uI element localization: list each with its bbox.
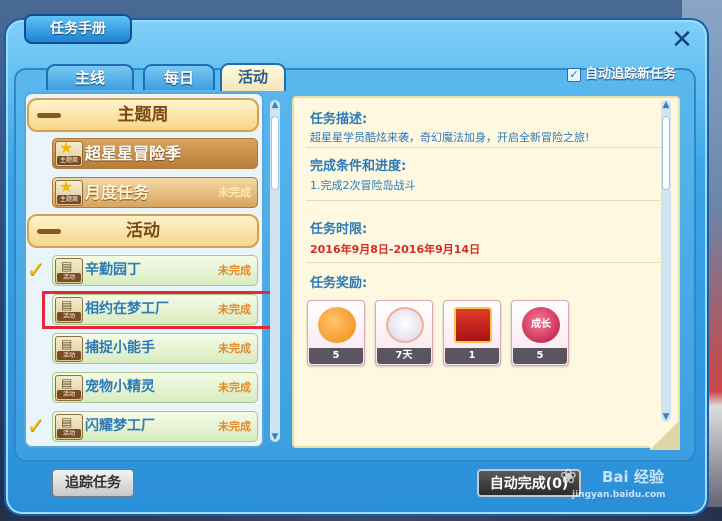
reward-count: 1 (445, 348, 499, 364)
description-text: 超星星学员酷炫来袭，奇幻魔法加身，开启全新冒险之旅! (310, 131, 590, 144)
status-badge: 未完成 (218, 420, 251, 433)
highlight-annotation-box (42, 291, 274, 329)
watermark-url: jingyan.baidu.com (572, 490, 666, 500)
list-item[interactable]: ▤ 活动 捕捉小能手 未完成 (52, 333, 258, 364)
list-item[interactable]: ▤ 活动 闪耀梦工厂 未完成 (52, 411, 258, 442)
reward-item[interactable]: 5 (307, 300, 365, 366)
status-badge: 未完成 (218, 264, 251, 277)
orange-fruit-icon (318, 307, 356, 343)
window-title: 任务手册 (24, 14, 132, 44)
group-header-label: 主题周 (117, 105, 169, 125)
reward-count: 5 (513, 348, 567, 364)
list-item[interactable]: ▤ 活动 宠物小精灵 未完成 (52, 372, 258, 403)
reward-count: 5 (309, 348, 363, 364)
check-icon: ✓ (27, 258, 46, 283)
star-icon: ★ 主题周 (55, 140, 83, 167)
task-name: 月度任务 (85, 183, 150, 202)
growth-apple-icon: 成长 (522, 307, 560, 343)
auto-track-checkbox[interactable]: ✓ 自动追踪新任务 (567, 66, 676, 84)
status-badge: 未完成 (218, 186, 251, 199)
list-item[interactable]: ★ 主题周 月度任务 未完成 (52, 177, 258, 208)
task-name: 宠物小精灵 (85, 379, 155, 395)
reward-item[interactable]: 1 (443, 300, 501, 366)
description-title: 任务描述: (310, 112, 368, 127)
book-icon: ▤ 活动 (55, 375, 83, 401)
red-envelope-icon (454, 307, 492, 343)
task-name: 超星星冒险季 (85, 144, 182, 163)
time-limit-text: 2016年9月8日-2016年9月14日 (310, 243, 481, 256)
tab-main[interactable]: 主线 (46, 64, 134, 90)
status-badge: 未完成 (218, 342, 251, 355)
conditions-text: 1.完成2次冒险岛战斗 (310, 179, 416, 192)
rewards-title: 任务奖励: (310, 276, 368, 291)
task-list-scrollbar[interactable]: ▲ ▼ (270, 100, 280, 442)
track-task-button[interactable]: 追踪任务 (52, 469, 134, 497)
detail-scrollbar[interactable]: ▲ ▼ (661, 100, 671, 422)
paw-logo-icon: ❀ (560, 464, 577, 488)
list-item[interactable]: ★ 主题周 超星星冒险季 (52, 138, 258, 169)
scroll-up-icon[interactable]: ▲ (269, 100, 281, 110)
auto-track-label: 自动追踪新任务 (585, 67, 677, 82)
book-icon: ▤ 活动 (55, 258, 83, 284)
white-creature-icon (386, 307, 424, 343)
watermark-brand: Bai 经验 (602, 468, 664, 486)
page-curl-decoration (650, 420, 680, 450)
reward-item[interactable]: 成长 5 (511, 300, 569, 366)
checkbox-checked-icon[interactable]: ✓ (567, 68, 581, 82)
scroll-down-icon[interactable]: ▼ (660, 412, 672, 422)
scroll-up-icon[interactable]: ▲ (660, 100, 672, 110)
divider (306, 147, 660, 148)
reward-item[interactable]: 7天 (375, 300, 433, 366)
list-item[interactable]: ▤ 活动 辛勤园丁 未完成 (52, 255, 258, 286)
book-icon: ▤ 活动 (55, 336, 83, 362)
scrollbar-thumb[interactable] (271, 116, 279, 190)
status-badge: 未完成 (218, 381, 251, 394)
watermark: ❀ Bai 经验 jingyan.baidu.com (560, 462, 700, 512)
reward-count: 7天 (377, 348, 431, 364)
close-icon[interactable]: ✕ (669, 27, 695, 54)
tab-events[interactable]: 活动 (220, 63, 286, 91)
check-icon: ✓ (27, 414, 46, 439)
group-header-events[interactable]: 活动 (27, 214, 259, 248)
divider (306, 200, 660, 201)
scroll-down-icon[interactable]: ▼ (269, 432, 281, 442)
task-name: 闪耀梦工厂 (85, 418, 155, 434)
task-name: 捕捉小能手 (85, 340, 155, 356)
tab-daily[interactable]: 每日 (143, 64, 215, 90)
time-limit-title: 任务时限: (310, 222, 368, 237)
divider (306, 262, 660, 263)
group-header-theme-week[interactable]: 主题周 (27, 98, 259, 132)
book-icon: ▤ 活动 (55, 414, 83, 440)
scrollbar-thumb[interactable] (662, 116, 670, 190)
star-icon: ★ 主题周 (55, 179, 83, 206)
task-name: 辛勤园丁 (85, 262, 141, 278)
group-header-label: 活动 (126, 221, 160, 241)
conditions-title: 完成条件和进度: (310, 159, 407, 174)
